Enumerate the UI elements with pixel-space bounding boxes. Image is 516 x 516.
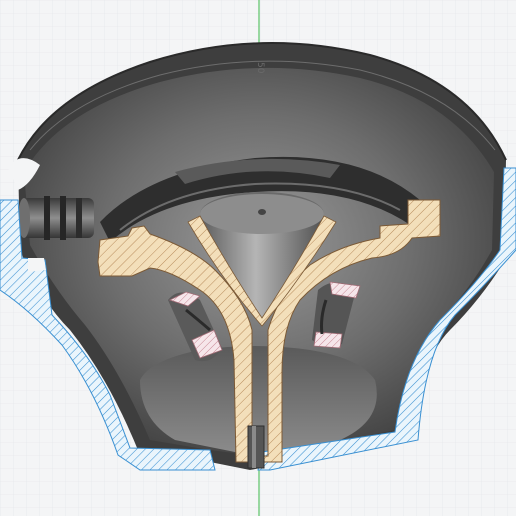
- dimension-label: 50: [255, 62, 265, 74]
- viewport-canvas[interactable]: 50: [0, 0, 516, 516]
- cable-connector[interactable]: [18, 196, 94, 240]
- cad-viewport[interactable]: 50: [0, 0, 516, 516]
